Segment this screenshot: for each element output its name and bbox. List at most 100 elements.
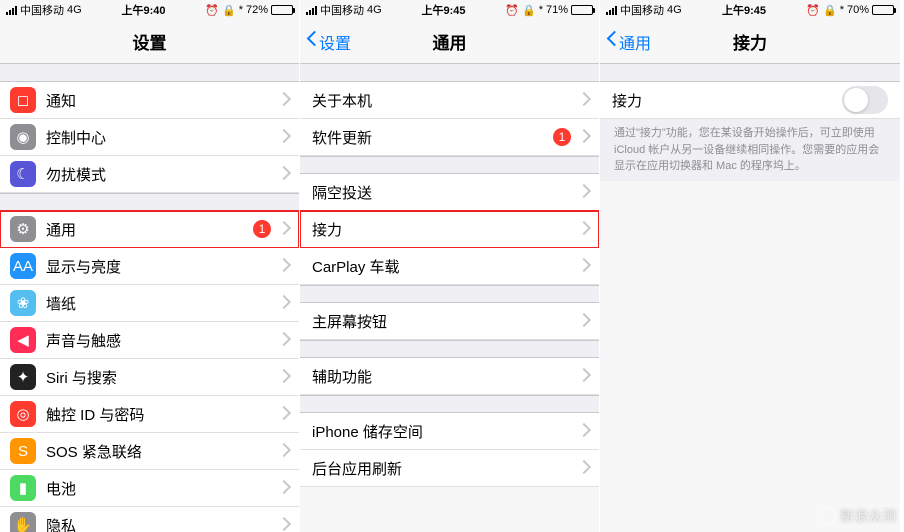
network-label: 4G <box>667 4 682 16</box>
section-gap <box>0 64 299 82</box>
glyph-icon: ◀ <box>17 331 29 349</box>
row-label: 隐私 <box>46 515 279 532</box>
settings-row[interactable]: AA 显示与亮度 <box>0 248 299 285</box>
row-icon: ❀ <box>10 290 36 316</box>
row-icon: ◎ <box>10 401 36 427</box>
settings-list: ◻通知◉控制中心☾勿扰模式 ⚙通用1 AA 显示与亮度 ❀ 墙纸 ◀声音与触感 ✦ Siri 与… <box>0 64 299 532</box>
alarm-icon: ⏰ <box>806 4 820 17</box>
section-gap <box>300 156 599 174</box>
chevron-right-icon <box>279 519 287 532</box>
settings-row[interactable]: S SOS 紧急联络 <box>0 433 299 470</box>
back-label: 通用 <box>619 30 651 54</box>
settings-row[interactable]: ◻通知 <box>0 82 299 119</box>
lock-icon: 🔒 <box>823 4 837 17</box>
status-left: 中国移动4G <box>306 2 382 18</box>
settings-row[interactable]: ◉控制中心 <box>0 119 299 156</box>
row-icon: ✦ <box>10 364 36 390</box>
chevron-right-icon <box>579 315 587 328</box>
page-title: 通用 <box>433 29 467 54</box>
carrier-label: 中国移动 <box>320 2 364 18</box>
row-label: CarPlay 车载 <box>312 256 579 277</box>
settings-row[interactable]: ❀ 墙纸 <box>0 285 299 322</box>
settings-row[interactable]: 接力 <box>300 211 599 248</box>
row-label: 关于本机 <box>312 90 579 111</box>
chevron-right-icon <box>279 94 287 107</box>
row-label: 墙纸 <box>46 293 279 314</box>
settings-row[interactable]: 关于本机 <box>300 82 599 119</box>
chevron-right-icon <box>579 462 587 475</box>
bluetooth-icon: * <box>539 4 543 16</box>
signal-icon <box>6 6 17 15</box>
row-label: 软件更新 <box>312 127 553 148</box>
settings-row[interactable]: 后台应用刷新 <box>300 450 599 487</box>
section-gap <box>0 193 299 211</box>
row-label: 后台应用刷新 <box>312 458 579 479</box>
network-label: 4G <box>67 4 82 16</box>
glyph-icon: ✦ <box>17 368 30 386</box>
lock-icon: 🔒 <box>522 4 536 17</box>
settings-row[interactable]: ✋隐私 <box>0 507 299 532</box>
row-label: 显示与亮度 <box>46 256 279 277</box>
chevron-right-icon <box>579 425 587 438</box>
settings-row[interactable]: iPhone 储存空间 <box>300 413 599 450</box>
section-gap <box>300 340 599 358</box>
settings-row[interactable]: 隔空投送 <box>300 174 599 211</box>
chevron-left-icon <box>606 33 617 51</box>
row-label: 勿扰模式 <box>46 164 279 185</box>
settings-row[interactable]: ⚙通用1 <box>0 211 299 248</box>
settings-row[interactable]: ◎ 触控 ID 与密码 <box>0 396 299 433</box>
row-icon: S <box>10 438 36 464</box>
row-label: Siri 与搜索 <box>46 367 279 388</box>
nav-bar: 通用接力 <box>600 20 900 64</box>
back-button[interactable]: 设置 <box>306 30 351 54</box>
row-icon: AA <box>10 253 36 279</box>
status-time: 上午9:45 <box>421 2 465 18</box>
nav-bar: 设置 通用 <box>300 20 599 64</box>
settings-list: 接力通过"接力"功能，您在某设备开始操作后，可立即使用 iCloud 帐户从另一… <box>600 64 900 532</box>
watermark-text: 新浪众测 <box>840 506 896 526</box>
settings-row[interactable]: ☾勿扰模式 <box>0 156 299 193</box>
chevron-right-icon <box>579 131 587 144</box>
settings-row[interactable]: 软件更新1 <box>300 119 599 156</box>
glyph-icon: ◻ <box>17 91 29 109</box>
toggle-switch[interactable] <box>842 86 888 114</box>
chevron-right-icon <box>279 260 287 273</box>
carrier-label: 中国移动 <box>620 2 664 18</box>
network-label: 4G <box>367 4 382 16</box>
section-footer: 通过"接力"功能，您在某设备开始操作后，可立即使用 iCloud 帐户从另一设备… <box>600 119 900 181</box>
chevron-right-icon <box>279 131 287 144</box>
signal-icon <box>306 6 317 15</box>
settings-row[interactable]: ▮电池 <box>0 470 299 507</box>
settings-row[interactable]: CarPlay 车载 <box>300 248 599 285</box>
carrier-label: 中国移动 <box>20 2 64 18</box>
chevron-right-icon <box>279 297 287 310</box>
battery-icon <box>571 5 593 15</box>
back-label: 设置 <box>319 30 351 54</box>
lock-icon: 🔒 <box>222 4 236 17</box>
row-label: 接力 <box>312 219 579 240</box>
battery-icon <box>271 5 293 15</box>
chevron-right-icon <box>279 445 287 458</box>
chevron-right-icon <box>579 223 587 236</box>
chevron-right-icon <box>279 223 287 236</box>
settings-row[interactable]: ◀声音与触感 <box>0 322 299 359</box>
status-bar: 中国移动4G上午9:45⏰🔒*70% <box>600 0 900 20</box>
row-label: 电池 <box>46 478 279 499</box>
phone-screen-0: 中国移动4G上午9:40⏰🔒*72%设置◻通知◉控制中心☾勿扰模式⚙通用1AA显… <box>0 0 300 532</box>
settings-row[interactable]: 接力 <box>600 82 900 119</box>
row-label: 触控 ID 与密码 <box>46 404 279 425</box>
settings-row[interactable]: 主屏幕按钮 <box>300 303 599 340</box>
chevron-right-icon <box>579 186 587 199</box>
row-icon: ◀ <box>10 327 36 353</box>
back-button[interactable]: 通用 <box>606 30 651 54</box>
row-label: 主屏幕按钮 <box>312 311 579 332</box>
battery-pct: 70% <box>847 4 869 16</box>
settings-row[interactable]: ✦ Siri 与搜索 <box>0 359 299 396</box>
chevron-right-icon <box>579 370 587 383</box>
row-icon: ⚙ <box>10 216 36 242</box>
row-label: SOS 紧急联络 <box>46 441 279 462</box>
settings-row[interactable]: 辅助功能 <box>300 358 599 395</box>
row-label: 控制中心 <box>46 127 279 148</box>
section-gap <box>300 395 599 413</box>
section-gap <box>300 285 599 303</box>
